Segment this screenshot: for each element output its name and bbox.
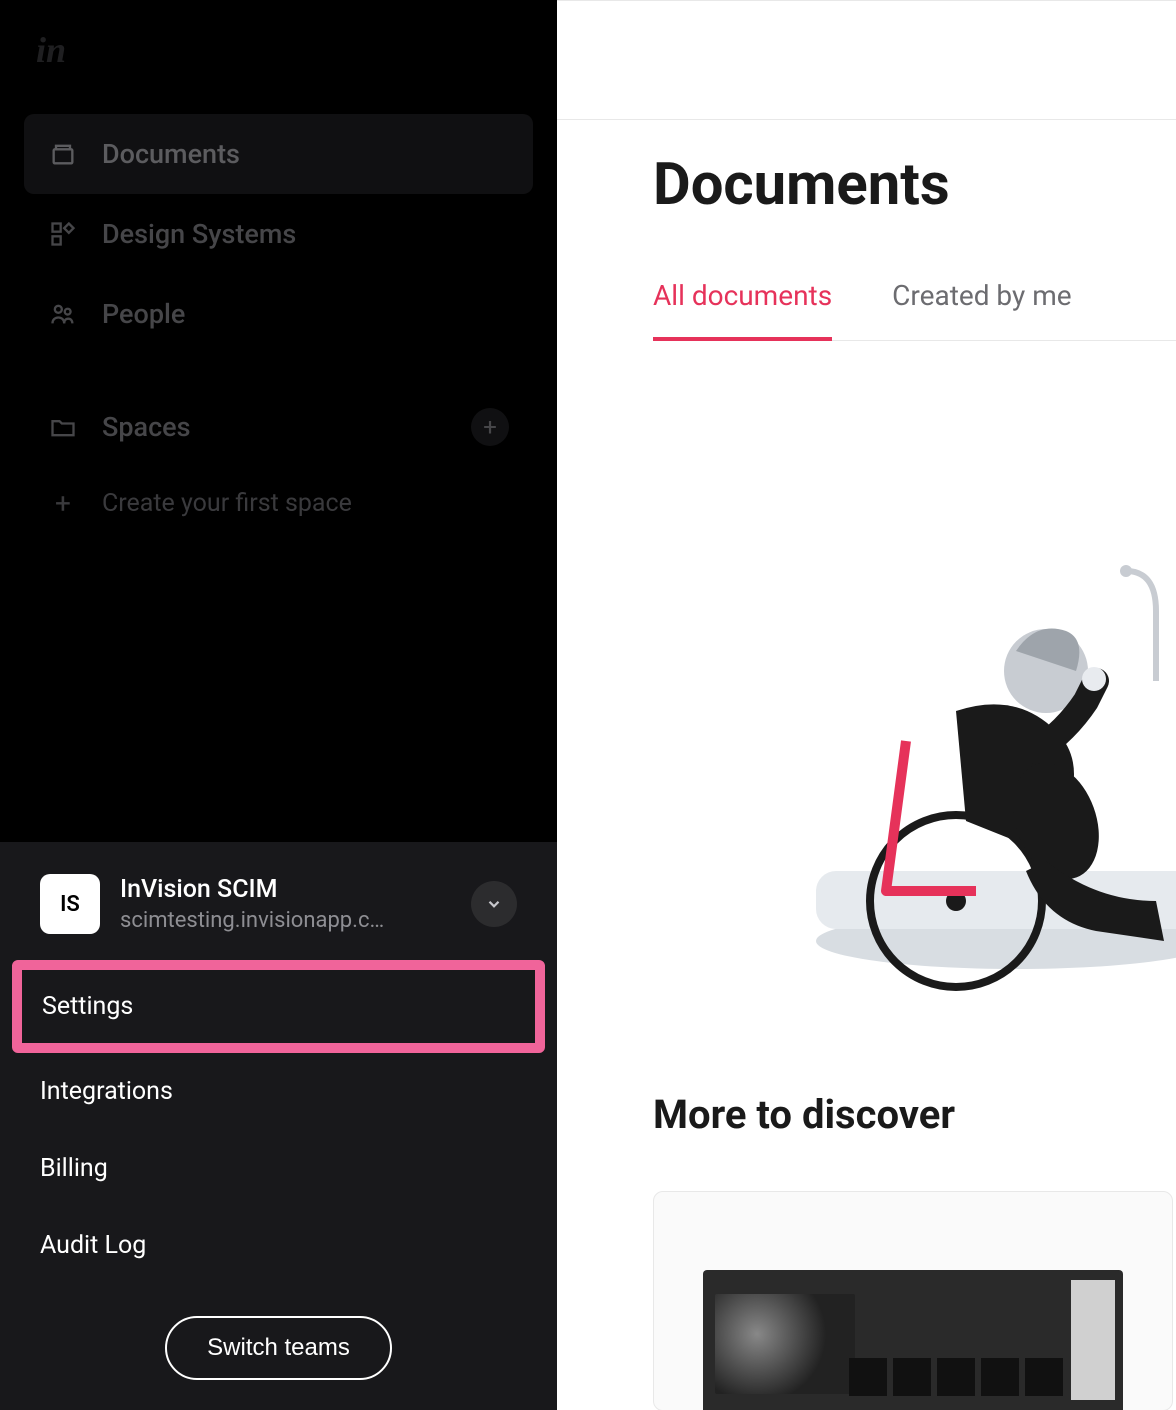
team-name: InVision SCIM bbox=[120, 875, 451, 904]
sidebar-item-label: Design Systems bbox=[102, 218, 296, 250]
spaces-label: Spaces bbox=[102, 411, 191, 443]
sidebar-item-documents[interactable]: Documents bbox=[24, 114, 533, 194]
team-menu: Settings Integrations Billing Audit Log bbox=[0, 960, 557, 1304]
sidebar-item-label: Documents bbox=[102, 138, 240, 170]
team-switcher[interactable]: IS InVision SCIM scimtesting.invisionapp… bbox=[0, 842, 557, 960]
sidebar-bottom: IS InVision SCIM scimtesting.invisionapp… bbox=[0, 842, 557, 1410]
topbar-separator bbox=[557, 119, 1176, 120]
tab-label: All documents bbox=[653, 279, 832, 312]
team-expand-button[interactable] bbox=[471, 881, 517, 927]
discover-title: More to discover bbox=[653, 1091, 955, 1138]
logo[interactable]: in bbox=[0, 0, 557, 114]
team-url: scimtesting.invisionapp.c… bbox=[120, 908, 440, 933]
menu-item-settings[interactable]: Settings bbox=[12, 960, 545, 1053]
tab-all-documents[interactable]: All documents bbox=[653, 279, 832, 340]
menu-item-label: Audit Log bbox=[40, 1231, 146, 1260]
create-space-label: Create your first space bbox=[102, 489, 352, 518]
team-info: InVision SCIM scimtesting.invisionapp.c… bbox=[120, 875, 451, 933]
nav-section: Documents Design Systems People Spaces + bbox=[0, 114, 557, 536]
folder-icon bbox=[48, 412, 78, 442]
tab-label: Created by me bbox=[892, 279, 1071, 312]
sidebar-item-label: People bbox=[102, 298, 185, 330]
sidebar-item-design-systems[interactable]: Design Systems bbox=[24, 194, 533, 274]
chevron-down-icon bbox=[485, 895, 503, 913]
menu-item-label: Settings bbox=[42, 992, 133, 1021]
menu-item-label: Billing bbox=[40, 1154, 108, 1183]
menu-item-billing[interactable]: Billing bbox=[12, 1130, 545, 1207]
page-title: Documents bbox=[653, 151, 1176, 219]
discover-card[interactable] bbox=[653, 1191, 1173, 1410]
menu-item-audit-log[interactable]: Audit Log bbox=[12, 1207, 545, 1284]
team-avatar: IS bbox=[40, 874, 100, 934]
plus-icon: + bbox=[483, 413, 497, 441]
document-tabs: All documents Created by me bbox=[653, 279, 1176, 341]
sidebar: in Documents Design Systems People bbox=[0, 0, 557, 1410]
menu-item-label: Integrations bbox=[40, 1077, 173, 1106]
main-content: Documents All documents Created by me bbox=[557, 0, 1176, 1410]
design-systems-icon bbox=[48, 219, 78, 249]
card-preview bbox=[703, 1270, 1123, 1410]
switch-teams-button[interactable]: Switch teams bbox=[165, 1316, 392, 1380]
empty-state-illustration bbox=[756, 561, 1176, 1001]
tab-created-by-me[interactable]: Created by me bbox=[892, 279, 1071, 340]
menu-item-integrations[interactable]: Integrations bbox=[12, 1053, 545, 1130]
invision-logo-icon: in bbox=[36, 30, 92, 70]
create-first-space[interactable]: + Create your first space bbox=[24, 470, 533, 536]
people-icon bbox=[48, 299, 78, 329]
sidebar-item-people[interactable]: People bbox=[24, 274, 533, 354]
documents-icon bbox=[48, 139, 78, 169]
svg-text:in: in bbox=[36, 30, 66, 70]
spaces-header: Spaces + bbox=[24, 384, 533, 470]
add-space-button[interactable]: + bbox=[471, 408, 509, 446]
plus-icon: + bbox=[48, 488, 78, 518]
